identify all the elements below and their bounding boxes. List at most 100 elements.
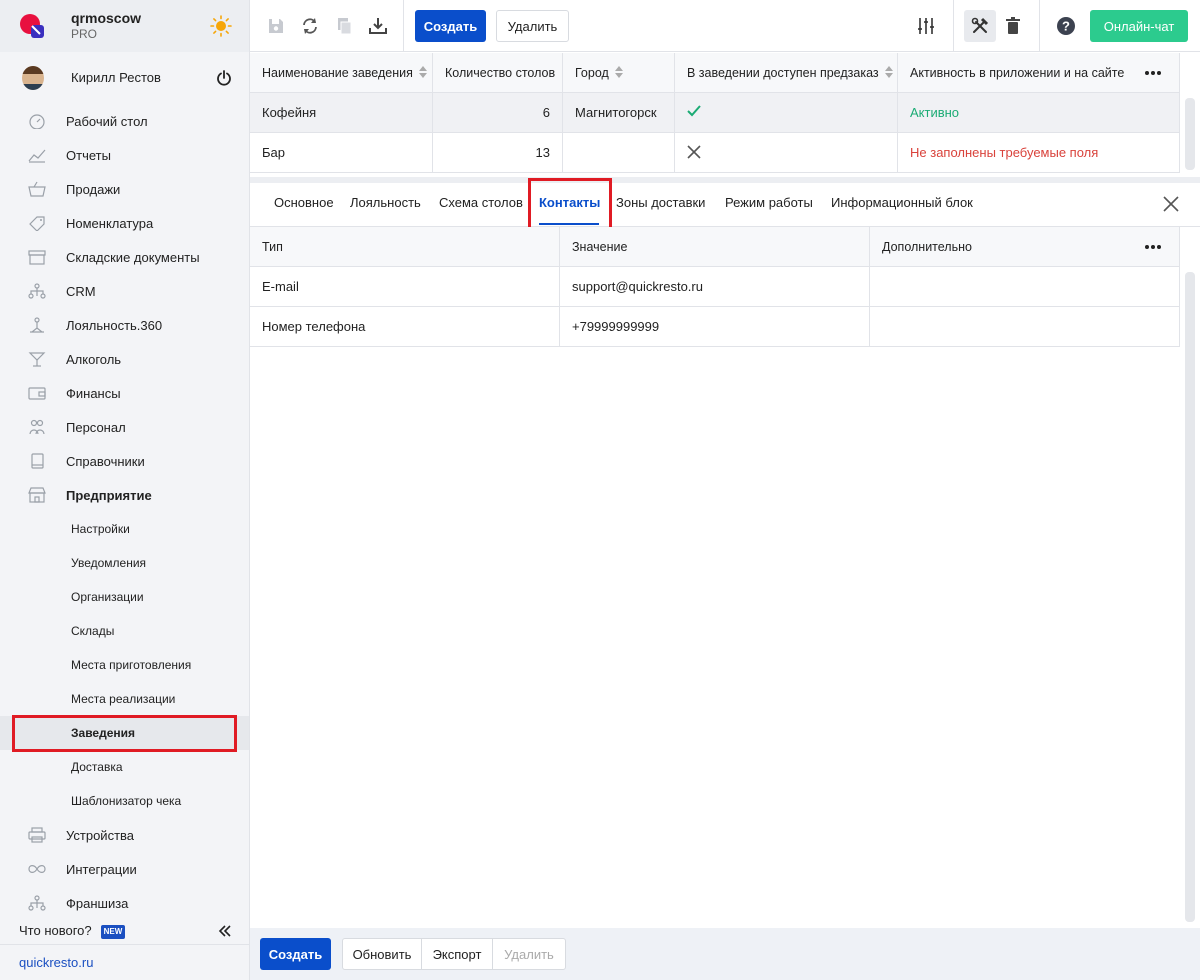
filter-sliders-icon[interactable] — [916, 16, 936, 36]
table-row[interactable]: Номер телефона +79999999999 — [250, 307, 1180, 347]
sidebar-item-devices[interactable]: Устройства — [0, 818, 249, 852]
sidebar-subitem-cooking-places[interactable]: Места приготовления — [0, 648, 249, 682]
refresh-icon[interactable] — [300, 16, 320, 36]
online-chat-button[interactable]: Онлайн-чат — [1090, 10, 1188, 42]
sidebar-divider — [0, 944, 249, 945]
download-icon[interactable] — [368, 16, 388, 36]
sidebar-subitem-notifications[interactable]: Уведомления — [0, 546, 249, 580]
table-row[interactable]: Кофейня 6 Магнитогорск Активно — [250, 93, 1180, 133]
delete-button[interactable]: Удалить — [496, 10, 569, 42]
sidebar-item-enterprise[interactable]: Предприятие — [0, 478, 249, 512]
sidebar-subitem-settings[interactable]: Настройки — [0, 512, 249, 546]
sidebar-item-label: Предприятие — [66, 487, 152, 503]
table-header-row: Наименование заведения Количество столов… — [250, 53, 1180, 93]
brand-name: qrmoscow — [71, 10, 142, 26]
sidebar-item-label: Франшиза — [66, 895, 129, 911]
sidebar-subitem-delivery[interactable]: Доставка — [0, 750, 249, 784]
printer-icon — [28, 827, 46, 843]
save-icon[interactable] — [266, 16, 286, 36]
sidebar-item-integrations[interactable]: Интеграции — [0, 852, 249, 886]
tab-table-scheme[interactable]: Схема столов — [439, 183, 523, 227]
column-header-extra[interactable]: Дополнительно — [870, 227, 1180, 267]
sidebar-item-loyalty[interactable]: Лояльность.360 — [0, 308, 249, 342]
sidebar-item-staff[interactable]: Персонал — [0, 410, 249, 444]
toolbar-separator — [403, 0, 404, 52]
cell-city — [563, 133, 675, 173]
sidebar-subitem-warehouses[interactable]: Склады — [0, 614, 249, 648]
refresh-button[interactable]: Обновить — [342, 938, 422, 970]
sidebar-subitem-label: Шаблонизатор чека — [71, 794, 182, 808]
site-link[interactable]: quickresto.ru — [19, 955, 93, 970]
scrollbar[interactable] — [1185, 272, 1195, 922]
sidebar-item-sales[interactable]: Продажи — [0, 172, 249, 206]
whats-new-link[interactable]: Что нового? — [19, 923, 92, 938]
sidebar-item-crm[interactable]: CRM — [0, 274, 249, 308]
bottom-create-button[interactable]: Создать — [260, 938, 331, 970]
avatar — [22, 66, 44, 90]
user-name: Кирилл Рестов — [71, 70, 161, 85]
bottom-action-bar: Создать Обновить Экспорт Удалить — [250, 928, 1200, 980]
column-header-tables[interactable]: Количество столов — [433, 53, 563, 93]
brand-header: qrmoscow PRO — [0, 0, 249, 52]
cell-value: support@quickresto.ru — [560, 267, 870, 307]
sidebar-item-label: Отчеты — [66, 147, 111, 163]
column-header-city[interactable]: Город — [563, 53, 675, 93]
sidebar-item-directories[interactable]: Справочники — [0, 444, 249, 478]
sort-icon[interactable] — [884, 66, 893, 78]
more-options-icon[interactable] — [1144, 67, 1162, 79]
column-header-activity[interactable]: Активность в приложении и на сайте — [898, 53, 1180, 93]
trash-icon[interactable] — [1003, 16, 1023, 36]
establishments-table: Наименование заведения Количество столов… — [250, 53, 1180, 173]
sidebar-subitem-organizations[interactable]: Организации — [0, 580, 249, 614]
tools-icon[interactable] — [970, 16, 990, 36]
tab-info-block[interactable]: Информационный блок — [831, 183, 973, 227]
export-button[interactable]: Экспорт — [421, 938, 493, 970]
sort-icon[interactable] — [418, 66, 427, 78]
sidebar-item-warehouse-docs[interactable]: Складские документы — [0, 240, 249, 274]
sidebar-item-label: Справочники — [66, 453, 145, 469]
tab-delivery-zones[interactable]: Зоны доставки — [616, 183, 705, 227]
column-header-label: Количество столов — [445, 66, 556, 80]
sidebar-item-reports[interactable]: Отчеты — [0, 138, 249, 172]
sidebar-subitem-receipt-template[interactable]: Шаблонизатор чека — [0, 784, 249, 818]
column-header-type[interactable]: Тип — [250, 227, 560, 267]
hierarchy-icon — [28, 895, 46, 911]
sidebar-item-dashboard[interactable]: Рабочий стол — [0, 104, 249, 138]
cell-activity: Активно — [898, 93, 1180, 133]
loyalty-icon — [30, 317, 44, 333]
tab-main[interactable]: Основное — [274, 183, 334, 227]
sidebar-item-alcohol[interactable]: Алкоголь — [0, 342, 249, 376]
cell-activity: Не заполнены требуемые поля — [898, 133, 1180, 173]
column-header-label: Наименование заведения — [262, 66, 413, 80]
scrollbar[interactable] — [1185, 98, 1195, 170]
sidebar-subitem-label: Места приготовления — [71, 658, 192, 672]
collapse-sidebar-icon[interactable] — [218, 924, 232, 938]
tab-loyalty[interactable]: Лояльность — [350, 183, 421, 227]
create-button[interactable]: Создать — [415, 10, 486, 42]
column-header-name[interactable]: Наименование заведения — [250, 53, 433, 93]
cell-preorder — [675, 93, 898, 133]
column-header-label: Активность в приложении и на сайте — [910, 66, 1125, 80]
copy-icon[interactable] — [334, 16, 354, 36]
table-row[interactable]: E-mail support@quickresto.ru — [250, 267, 1180, 307]
user-profile[interactable]: Кирилл Рестов — [0, 58, 249, 98]
sidebar-subitem-sale-places[interactable]: Места реализации — [0, 682, 249, 716]
sidebar-item-finance[interactable]: Финансы — [0, 376, 249, 410]
bottom-delete-button[interactable]: Удалить — [492, 938, 566, 970]
column-header-preorder[interactable]: В заведении доступен предзаказ — [675, 53, 898, 93]
sidebar-item-label: Номенклатура — [66, 215, 154, 231]
sidebar-item-label: Рабочий стол — [66, 113, 148, 129]
help-icon[interactable]: ? — [1056, 16, 1076, 36]
sidebar-item-franchise[interactable]: Франшиза — [0, 886, 249, 920]
sidebar-subitem-establishments[interactable]: Заведения — [0, 716, 249, 750]
sidebar-item-nomenclature[interactable]: Номенклатура — [0, 206, 249, 240]
power-icon[interactable] — [216, 70, 232, 86]
more-options-icon[interactable] — [1144, 241, 1162, 253]
column-header-value[interactable]: Значение — [560, 227, 870, 267]
cell-type: E-mail — [250, 267, 560, 307]
theme-sun-icon[interactable] — [210, 15, 232, 37]
table-row[interactable]: Бар 13 Не заполнены требуемые поля — [250, 133, 1180, 173]
close-icon[interactable] — [1162, 195, 1180, 213]
tab-working-hours[interactable]: Режим работы — [725, 183, 813, 227]
sort-icon[interactable] — [614, 66, 623, 78]
